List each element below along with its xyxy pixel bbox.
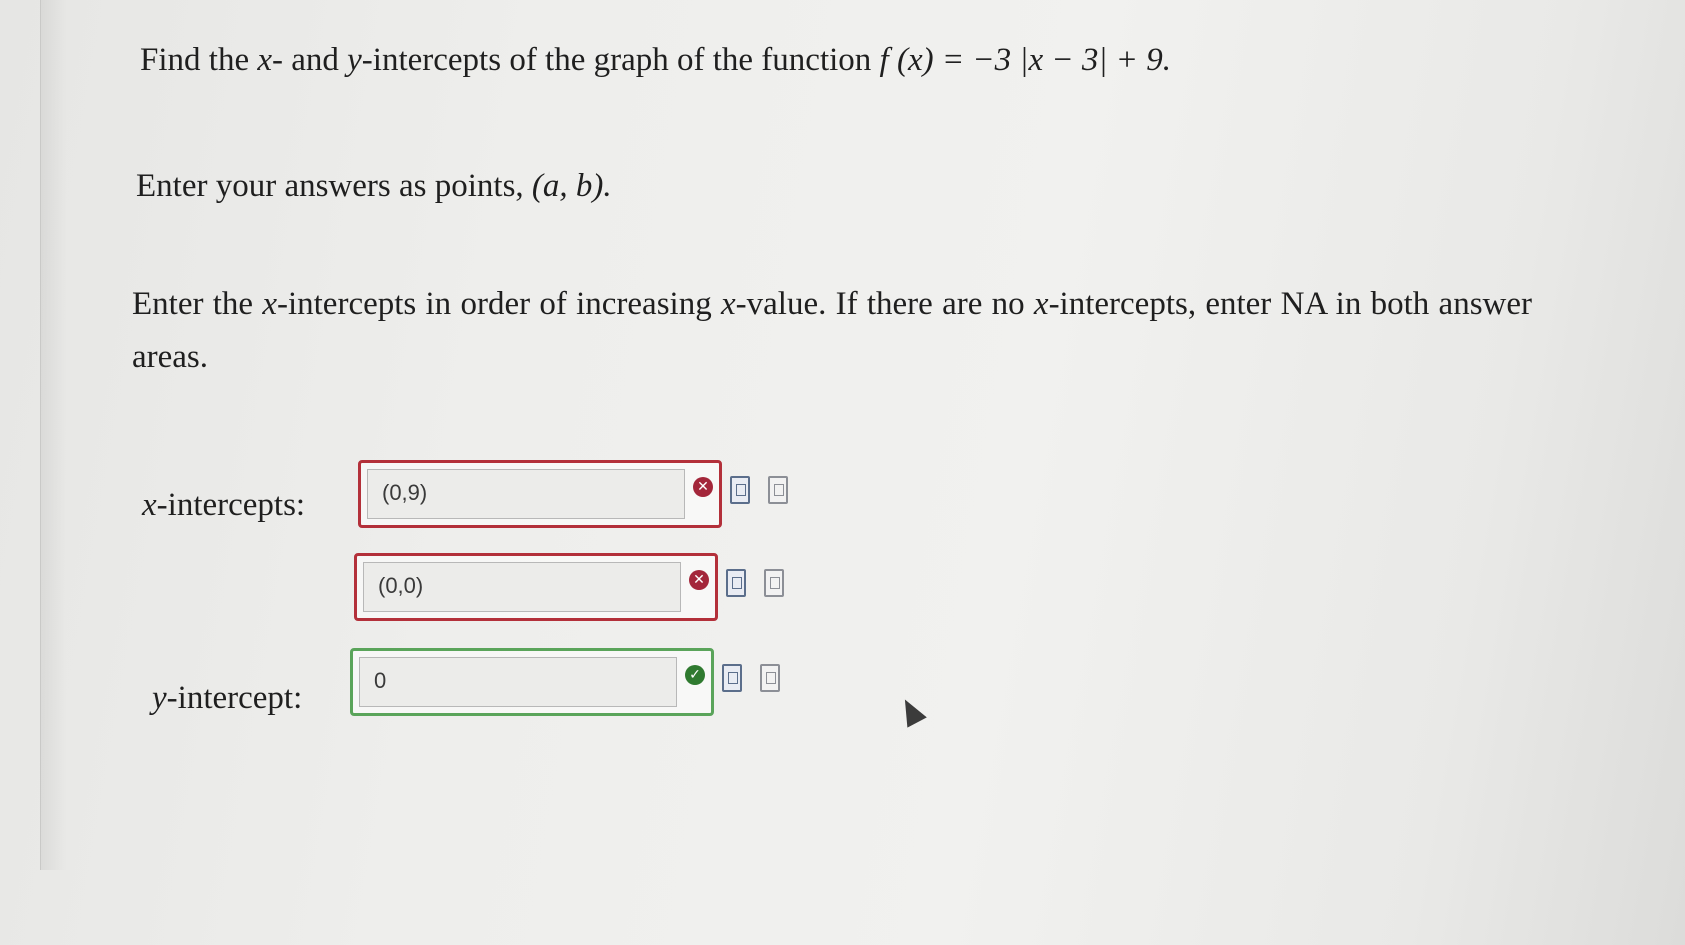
- x-intercept-1-input[interactable]: (0,9): [367, 469, 685, 519]
- question-line-1-x: x: [257, 42, 272, 78]
- question-line-1-prefix: Find the: [140, 42, 258, 78]
- question-line-3-part3: -value. If there are no: [735, 286, 1034, 322]
- preview-document-icon[interactable]: [722, 664, 742, 692]
- question-line-1-y: y: [347, 42, 362, 78]
- question-line-2-prefix: Enter your answers as points,: [136, 168, 532, 204]
- question-line-3-part1: Enter the: [132, 286, 263, 322]
- x-intercepts-label: x-intercepts:: [142, 487, 305, 524]
- help-document-icon[interactable]: [764, 569, 784, 597]
- preview-document-icon[interactable]: [730, 476, 750, 504]
- x-intercept-2-input[interactable]: (0,0): [363, 562, 681, 612]
- question-line-1-mid1: - and: [272, 42, 348, 78]
- point-notation: (a, b).: [531, 168, 612, 204]
- help-document-icon[interactable]: [768, 476, 788, 504]
- question-line-1: Find the x- and y-intercepts of the grap…: [140, 34, 1171, 87]
- question-line-3: Enter the x-intercepts in order of incre…: [132, 278, 1532, 384]
- question-line-3-part2: -intercepts in order of increasing: [276, 286, 721, 322]
- x-intercept-1-answer-box: (0,9) ✕: [358, 460, 722, 528]
- x-intercepts-label-text: -intercepts:: [156, 487, 306, 523]
- preview-document-icon[interactable]: [726, 569, 746, 597]
- y-intercept-label-var: y: [152, 680, 167, 716]
- question-line-2: Enter your answers as points, (a, b).: [136, 160, 612, 213]
- check-circle-icon: ✓: [685, 665, 705, 685]
- question-line-3-x2: x: [720, 286, 736, 322]
- y-intercept-label: y-intercept:: [152, 680, 302, 717]
- question-line-3-x1: x: [262, 286, 277, 322]
- x-intercept-2-answer-box: (0,0) ✕: [354, 553, 718, 621]
- x-circle-icon: ✕: [689, 570, 709, 590]
- x-intercepts-label-var: x: [142, 487, 157, 523]
- question-line-3-x3: x: [1033, 286, 1049, 322]
- y-intercept-answer-box: 0 ✓: [350, 648, 714, 716]
- question-line-1-mid2: -intercepts of the graph of the function: [361, 42, 880, 78]
- y-intercept-input[interactable]: 0: [359, 657, 677, 707]
- page-left-edge: [40, 0, 67, 870]
- help-document-icon[interactable]: [760, 664, 780, 692]
- function-expression: f (x) = −3 |x − 3| + 9.: [879, 42, 1171, 78]
- mouse-cursor-icon: [895, 694, 927, 728]
- x-circle-icon: ✕: [693, 477, 713, 497]
- y-intercept-label-text: -intercept:: [166, 680, 303, 716]
